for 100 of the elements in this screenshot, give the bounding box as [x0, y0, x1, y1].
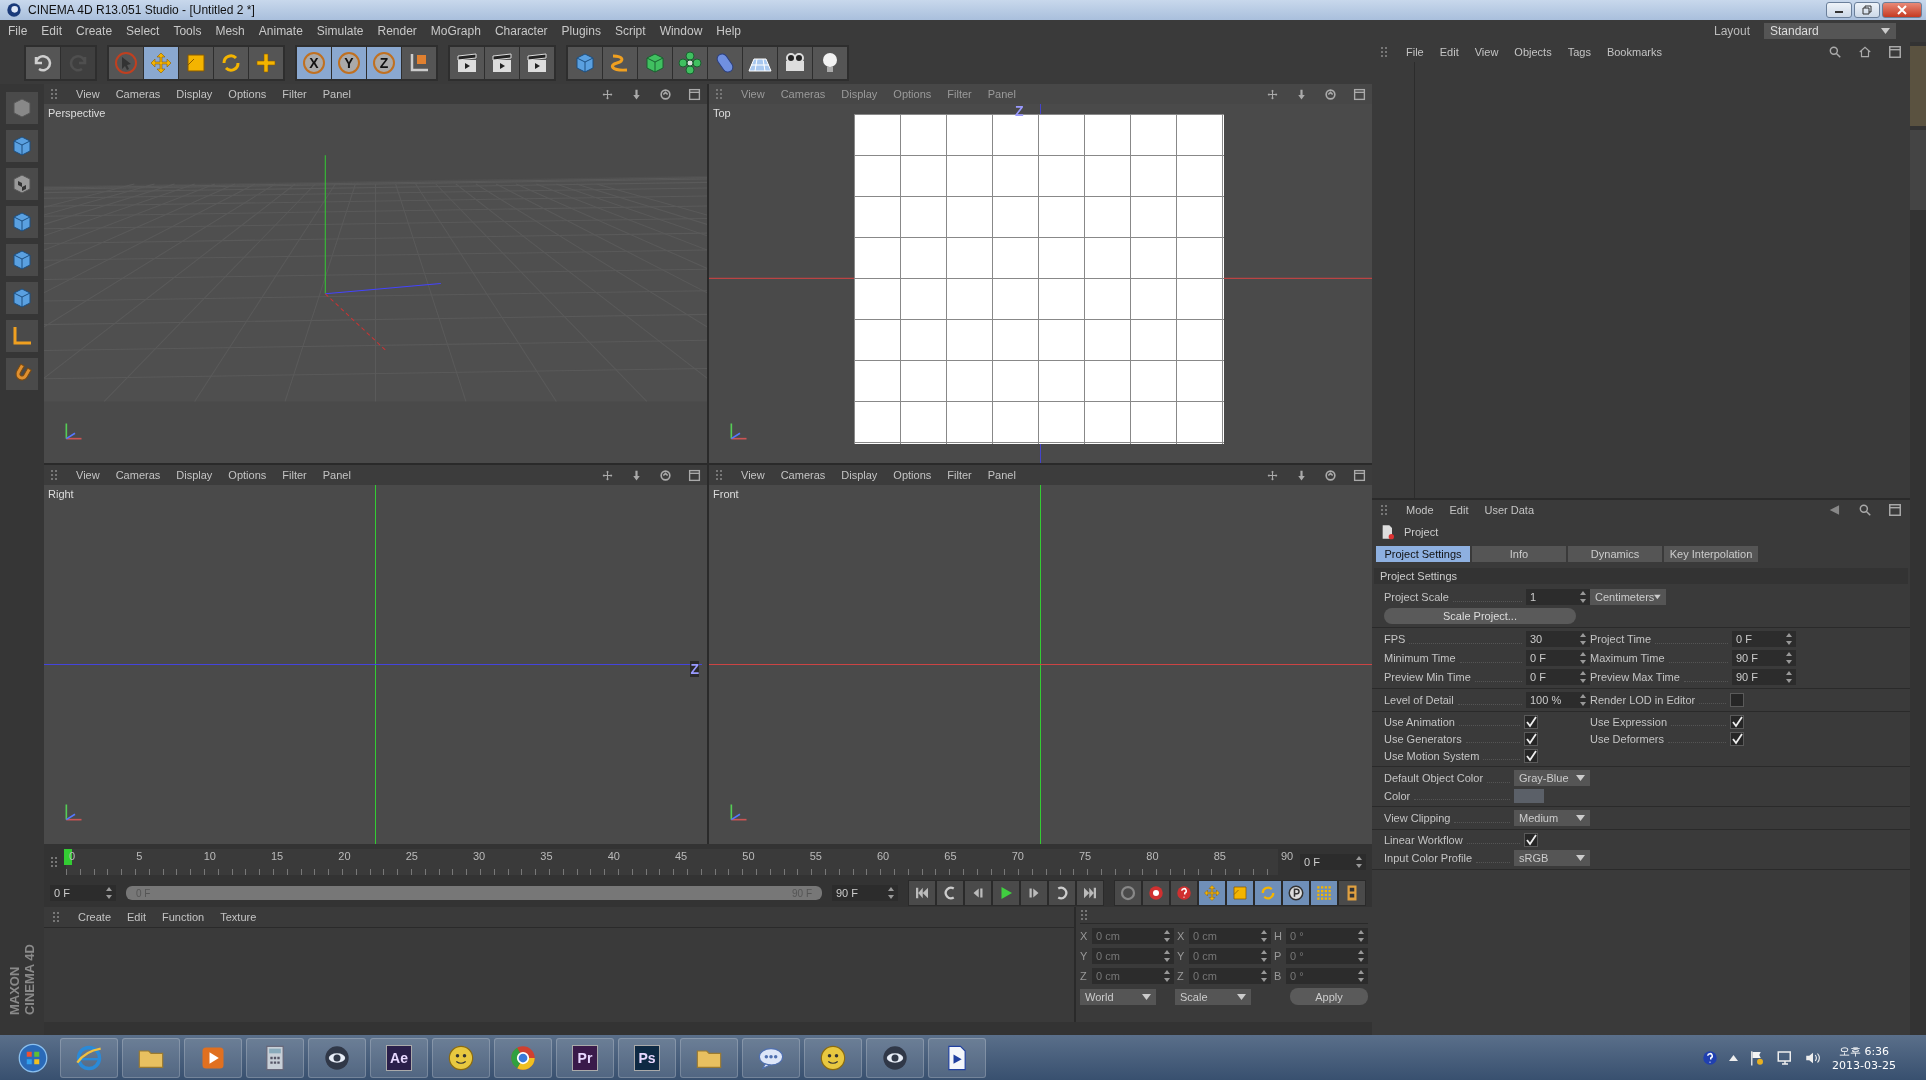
light-bulb-tool-button[interactable]: [813, 47, 847, 79]
menu-item[interactable]: Texture: [220, 911, 257, 923]
checkbox[interactable]: [1524, 732, 1538, 746]
scale-tool-button[interactable]: [179, 47, 213, 79]
layout-dropdown[interactable]: Standard: [1764, 23, 1896, 39]
scale-project-button[interactable]: Scale Project...: [1384, 608, 1576, 624]
camera-tool-button[interactable]: [778, 47, 812, 79]
number-field[interactable]: 90 F: [1732, 650, 1796, 666]
viewport-menu-item[interactable]: Options: [228, 88, 267, 100]
viewport-menu-item[interactable]: Cameras: [780, 88, 826, 100]
checkbox[interactable]: [1730, 693, 1744, 707]
viewport-menu-item[interactable]: Options: [893, 88, 932, 100]
menu-item[interactable]: File: [8, 24, 28, 38]
coordinate-mode-dropdown[interactable]: World: [1080, 988, 1156, 1005]
axis-lock-button[interactable]: X: [297, 47, 331, 79]
menu-item[interactable]: Script: [614, 24, 646, 38]
number-field[interactable]: 0 F: [1526, 650, 1590, 666]
menu-item[interactable]: MoGraph: [430, 24, 481, 38]
number-field[interactable]: 100 %: [1526, 692, 1590, 708]
plus-tool-button[interactable]: [249, 47, 283, 79]
menu-item[interactable]: User Data: [1484, 504, 1535, 516]
cube-mode-button[interactable]: [6, 244, 38, 276]
checkbox[interactable]: [1730, 715, 1744, 729]
viewport-menu-item[interactable]: Filter: [947, 469, 972, 481]
viewport-menu-item[interactable]: Filter: [282, 469, 307, 481]
clapperboard-tool-button[interactable]: [485, 47, 519, 79]
taskbar-app-button[interactable]: [866, 1037, 924, 1078]
viewport-menu-item[interactable]: Cameras: [780, 469, 826, 481]
end-frame-field[interactable]: 90 F: [832, 885, 898, 901]
viewport-menu-item[interactable]: Filter: [282, 88, 307, 100]
taskbar-app-button[interactable]: Pr: [556, 1037, 614, 1078]
rotate-tool-button[interactable]: [214, 47, 248, 79]
taskbar-app-button[interactable]: [742, 1037, 800, 1078]
parameter-key-button[interactable]: [1283, 881, 1309, 905]
menu-item[interactable]: Mode: [1406, 504, 1434, 516]
number-field[interactable]: 0 F: [1732, 631, 1796, 647]
viewport-menu-item[interactable]: Display: [176, 88, 213, 100]
viewport-menu-item[interactable]: Panel: [322, 88, 351, 100]
viewport-menu-item[interactable]: Filter: [947, 88, 972, 100]
menu-item[interactable]: Create: [78, 911, 112, 923]
menu-item[interactable]: Animate: [258, 24, 303, 38]
undo-tool-button[interactable]: [26, 47, 60, 79]
axis-lock-button[interactable]: Y: [332, 47, 366, 79]
info-tab[interactable]: Info: [1472, 546, 1566, 562]
restore-button[interactable]: [1854, 2, 1880, 18]
viewport-menu-item[interactable]: Cameras: [115, 469, 161, 481]
key-interpolation-tab[interactable]: Key Interpolation: [1664, 546, 1758, 562]
magnet-mode-button[interactable]: [6, 358, 38, 390]
taskbar-app-button[interactable]: [494, 1037, 552, 1078]
taskbar-app-button[interactable]: [928, 1037, 986, 1078]
viewport-menu-item[interactable]: Display: [841, 469, 878, 481]
taskbar-app-button[interactable]: Ae: [370, 1037, 428, 1078]
menu-item[interactable]: Edit: [1449, 504, 1469, 516]
viewport-menu-item[interactable]: Panel: [322, 469, 351, 481]
taskbar-app-button[interactable]: [246, 1037, 304, 1078]
clapperboard-tool-button[interactable]: [450, 47, 484, 79]
menu-item[interactable]: Edit: [41, 24, 63, 38]
clapperboard-tool-button[interactable]: [520, 47, 554, 79]
menu-item[interactable]: Edit: [127, 911, 146, 923]
menu-item[interactable]: View: [1474, 46, 1499, 58]
subdivision-cube-tool-button[interactable]: [638, 47, 672, 79]
play-button[interactable]: [993, 881, 1019, 905]
flower-tool-button[interactable]: [673, 47, 707, 79]
corner-mode-button[interactable]: [6, 320, 38, 352]
taskbar-app-button[interactable]: [432, 1037, 490, 1078]
next-key-button[interactable]: [1049, 881, 1075, 905]
size-mode-dropdown[interactable]: Scale: [1175, 988, 1251, 1005]
menu-item[interactable]: Mesh: [215, 24, 245, 38]
viewport-menu-item[interactable]: View: [76, 469, 100, 481]
number-field[interactable]: 90 F: [1732, 669, 1796, 685]
start-frame-field[interactable]: 0 F: [50, 885, 116, 901]
close-button[interactable]: [1882, 2, 1922, 18]
menu-item[interactable]: Help: [716, 24, 741, 38]
viewport-menu-item[interactable]: Options: [893, 469, 932, 481]
dynamics-tab[interactable]: Dynamics: [1568, 546, 1662, 562]
skip-end-button[interactable]: [1077, 881, 1103, 905]
scale-key-button[interactable]: [1227, 881, 1253, 905]
checkbox[interactable]: [1524, 833, 1538, 847]
viewport[interactable]: Front: [709, 485, 1372, 844]
menu-item[interactable]: Plugins: [561, 24, 601, 38]
menu-item[interactable]: Simulate: [316, 24, 364, 38]
dropdown[interactable]: Centimeters: [1590, 589, 1666, 605]
project-settings-tab[interactable]: Project Settings: [1376, 546, 1470, 562]
cube-mode-button[interactable]: [6, 206, 38, 238]
taskbar-app-button[interactable]: [308, 1037, 366, 1078]
viewport-menu-item[interactable]: Panel: [987, 469, 1016, 481]
skip-start-button[interactable]: [909, 881, 935, 905]
menu-item[interactable]: File: [1406, 46, 1424, 58]
menu-item[interactable]: Window: [659, 24, 703, 38]
make-editable-mode-button[interactable]: [6, 92, 38, 124]
coordinate-system-tool-button[interactable]: [402, 47, 436, 79]
viewport[interactable]: Top Z: [709, 104, 1372, 463]
taskbar-app-button[interactable]: [804, 1037, 862, 1078]
color-swatch[interactable]: [1514, 789, 1544, 803]
viewport-menu-item[interactable]: View: [741, 469, 765, 481]
number-field[interactable]: 1: [1526, 589, 1590, 605]
taskbar-app-button[interactable]: Ps: [618, 1037, 676, 1078]
current-frame-field[interactable]: 0 F: [1300, 853, 1366, 870]
minimize-button[interactable]: [1826, 2, 1852, 18]
viewport-menu-item[interactable]: View: [76, 88, 100, 100]
